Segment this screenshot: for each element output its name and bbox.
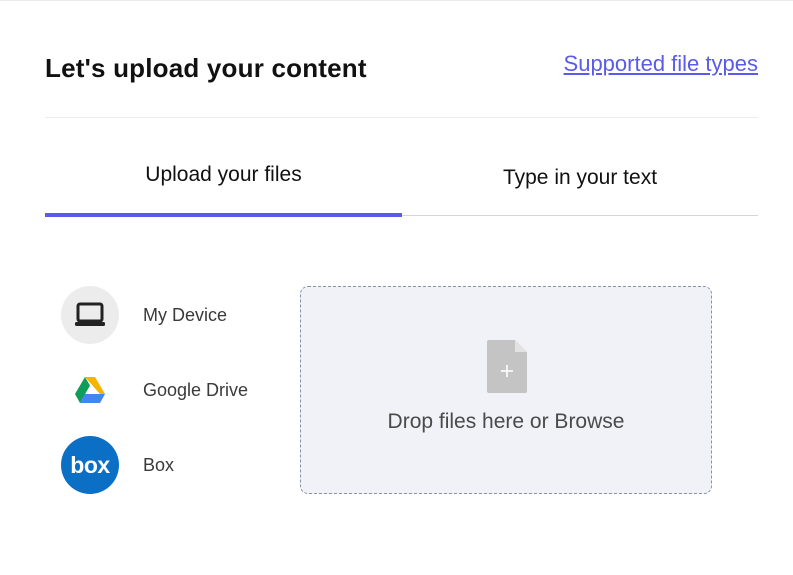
tab-upload-files-label: Upload your files <box>145 163 302 186</box>
source-box-label: Box <box>143 454 175 475</box>
header-divider <box>45 117 758 118</box>
upload-dialog: Let's upload your content Supported file… <box>0 0 793 575</box>
source-box[interactable]: box Box <box>61 436 261 494</box>
upload-content: My Device Google Drive box Box Drop file… <box>45 241 758 541</box>
upload-source-list: My Device Google Drive box Box <box>45 241 255 541</box>
supported-file-types-link[interactable]: Supported file types <box>564 51 758 77</box>
google-drive-icon <box>61 361 119 419</box>
tab-type-text[interactable]: Type in your text <box>402 141 758 215</box>
file-drop-zone[interactable]: Drop files here or Browse <box>300 286 712 494</box>
dialog-title: Let's upload your content <box>45 53 367 83</box>
box-logo-icon: box <box>61 436 119 494</box>
tab-upload-files[interactable]: Upload your files <box>45 141 402 215</box>
upload-tabs: Upload your files Type in your text <box>45 141 758 217</box>
source-google-drive-label: Google Drive <box>143 379 249 400</box>
source-my-device[interactable]: My Device <box>61 286 261 344</box>
source-google-drive[interactable]: Google Drive <box>61 361 261 419</box>
drop-zone-text: Drop files here or Browse <box>387 410 625 433</box>
tab-type-text-label: Type in your text <box>502 166 658 189</box>
laptop-icon <box>61 286 119 344</box>
file-add-icon <box>487 340 527 393</box>
source-my-device-label: My Device <box>143 304 228 325</box>
active-tab-indicator <box>45 213 402 217</box>
